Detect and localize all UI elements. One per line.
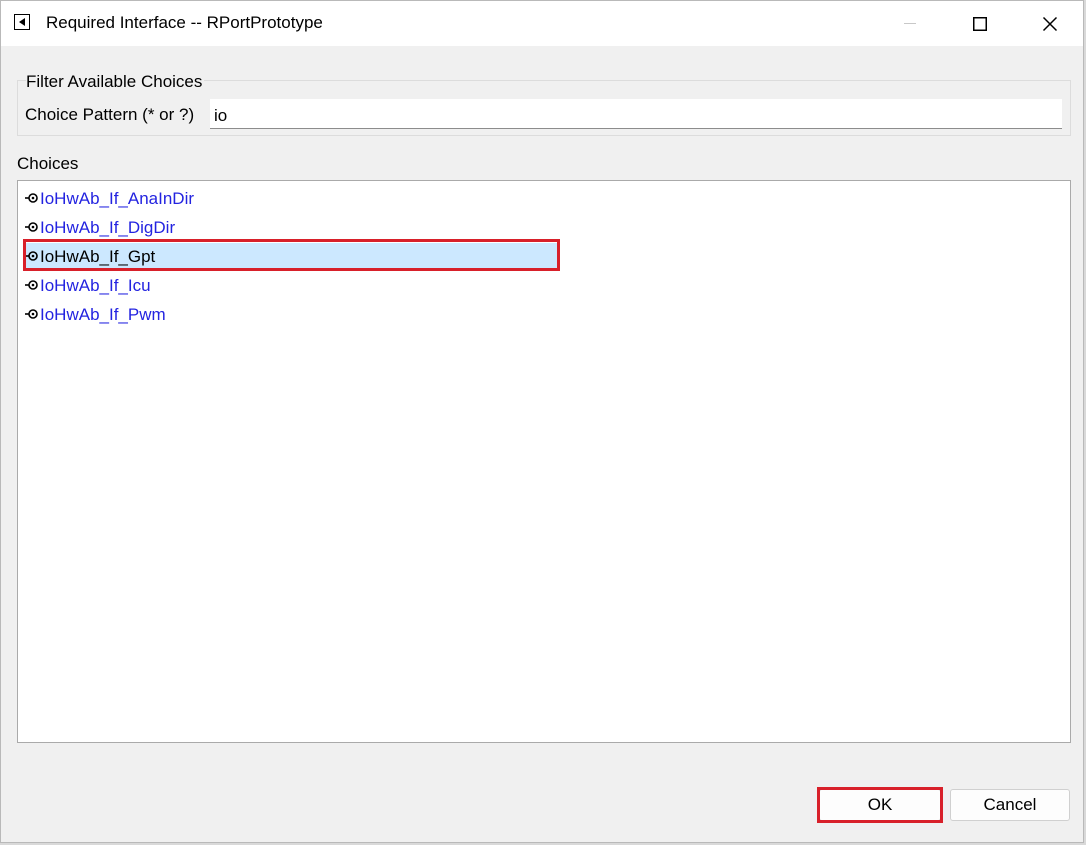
close-button[interactable]	[1015, 1, 1085, 46]
list-item-label: IoHwAb_If_Pwm	[40, 305, 166, 324]
list-item-label: IoHwAb_If_Icu	[40, 276, 151, 295]
filter-group-title: Filter Available Choices	[26, 72, 205, 92]
choice-pattern-label: Choice Pattern (* or ?)	[25, 105, 195, 124]
ok-button[interactable]: OK	[819, 789, 941, 821]
list-item[interactable]: IoHwAb_If_DigDir	[24, 214, 558, 242]
maximize-icon	[973, 16, 987, 31]
required-port-icon	[25, 193, 38, 203]
cancel-button[interactable]: Cancel	[950, 789, 1070, 821]
list-item-label: IoHwAb_If_AnaInDir	[40, 189, 195, 208]
list-item-label: IoHwAb_If_DigDir	[40, 218, 176, 237]
list-item-selected[interactable]: IoHwAb_If_Gpt	[24, 243, 558, 271]
close-icon	[1042, 16, 1058, 31]
required-port-icon	[25, 222, 38, 232]
list-item[interactable]: IoHwAb_If_AnaInDir	[24, 185, 558, 213]
app-icon[interactable]	[14, 14, 30, 30]
maximize-button[interactable]	[945, 1, 1015, 46]
dialog-window: Required Interface -- RPortPrototype Fil…	[0, 0, 1084, 843]
list-item[interactable]: IoHwAb_If_Pwm	[24, 301, 558, 329]
window-title: Required Interface -- RPortPrototype	[46, 13, 323, 32]
list-item-label: IoHwAb_If_Gpt	[40, 247, 156, 266]
minimize-icon	[904, 22, 916, 24]
choices-list[interactable]: IoHwAb_If_AnaInDir IoHwAb_If_DigDir IoHw…	[17, 180, 1071, 743]
title-bar[interactable]: Required Interface -- RPortPrototype	[1, 1, 1083, 46]
required-port-icon	[25, 309, 38, 319]
list-item[interactable]: IoHwAb_If_Icu	[24, 272, 558, 300]
required-port-icon	[25, 251, 38, 261]
choices-label: Choices	[17, 154, 79, 173]
required-port-icon	[25, 280, 38, 290]
choice-pattern-input[interactable]	[210, 99, 1062, 129]
minimize-button[interactable]	[875, 1, 945, 46]
